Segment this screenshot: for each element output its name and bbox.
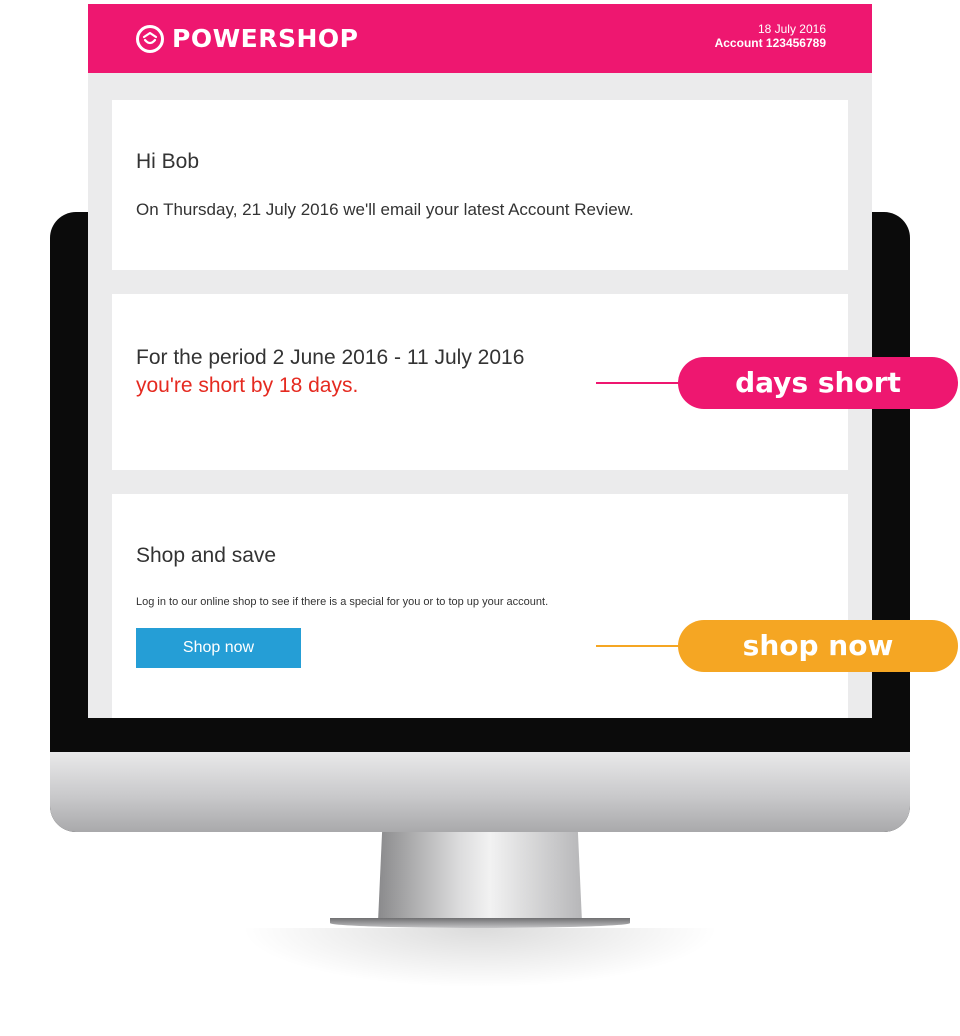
greeting-text: Hi Bob [136, 150, 200, 173]
monitor-shadow [240, 928, 720, 988]
days-short-text: you're short by 18 days. [136, 374, 359, 397]
review-message: On Thursday, 21 July 2016 we'll email yo… [136, 200, 634, 219]
period-text: For the period 2 June 2016 - 11 July 201… [136, 346, 525, 369]
shop-now-callout: shop now [678, 620, 958, 672]
monitor-stand [378, 832, 582, 922]
shop-now-button[interactable]: Shop now [136, 628, 301, 668]
shop-description: Log in to our online shop to see if ther… [136, 596, 549, 608]
monitor-chin [50, 752, 910, 832]
days-short-callout: days short [678, 357, 958, 409]
shop-title: Shop and save [136, 544, 277, 567]
shop-now-connector [596, 645, 686, 647]
monitor-stand-base [330, 918, 630, 928]
days-short-connector [596, 382, 686, 384]
